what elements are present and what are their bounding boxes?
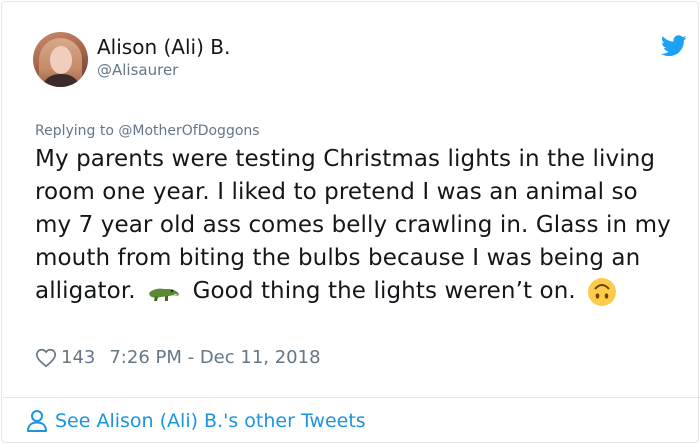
replying-to: Replying to @MotherOfDoggons xyxy=(35,122,260,140)
see-other-tweets-label: See Alison (Ali) B.'s other Tweets xyxy=(55,410,366,432)
tweet-meta: 143 7:26 PM - Dec 11, 2018 xyxy=(35,345,321,371)
author-handle[interactable]: @Alisaurer xyxy=(97,60,178,80)
heart-icon[interactable] xyxy=(35,347,57,369)
divider xyxy=(3,397,700,398)
tweet-timestamp[interactable]: 7:26 PM - Dec 11, 2018 xyxy=(109,345,320,371)
tweet-text-part2: Good thing the lights weren’t on. xyxy=(192,278,576,304)
replying-to-prefix: Replying to xyxy=(35,123,119,139)
like-count[interactable]: 143 xyxy=(61,345,95,371)
tweet-text: My parents were testing Christmas lights… xyxy=(35,143,680,308)
avatar[interactable] xyxy=(33,32,88,87)
tweet-header: Alison (Ali) B. @Alisaurer xyxy=(33,31,687,91)
see-other-tweets-link[interactable]: See Alison (Ali) B.'s other Tweets xyxy=(26,406,366,436)
author-name[interactable]: Alison (Ali) B. xyxy=(97,34,230,60)
twitter-bird-icon[interactable] xyxy=(661,35,687,57)
reply-mention-link[interactable]: @MotherOfDoggons xyxy=(118,123,259,139)
tweet-card: Alison (Ali) B. @Alisaurer Replying to @… xyxy=(1,1,700,443)
upside-down-face-icon xyxy=(588,277,617,306)
crocodile-icon xyxy=(149,288,180,301)
person-icon xyxy=(27,410,47,432)
